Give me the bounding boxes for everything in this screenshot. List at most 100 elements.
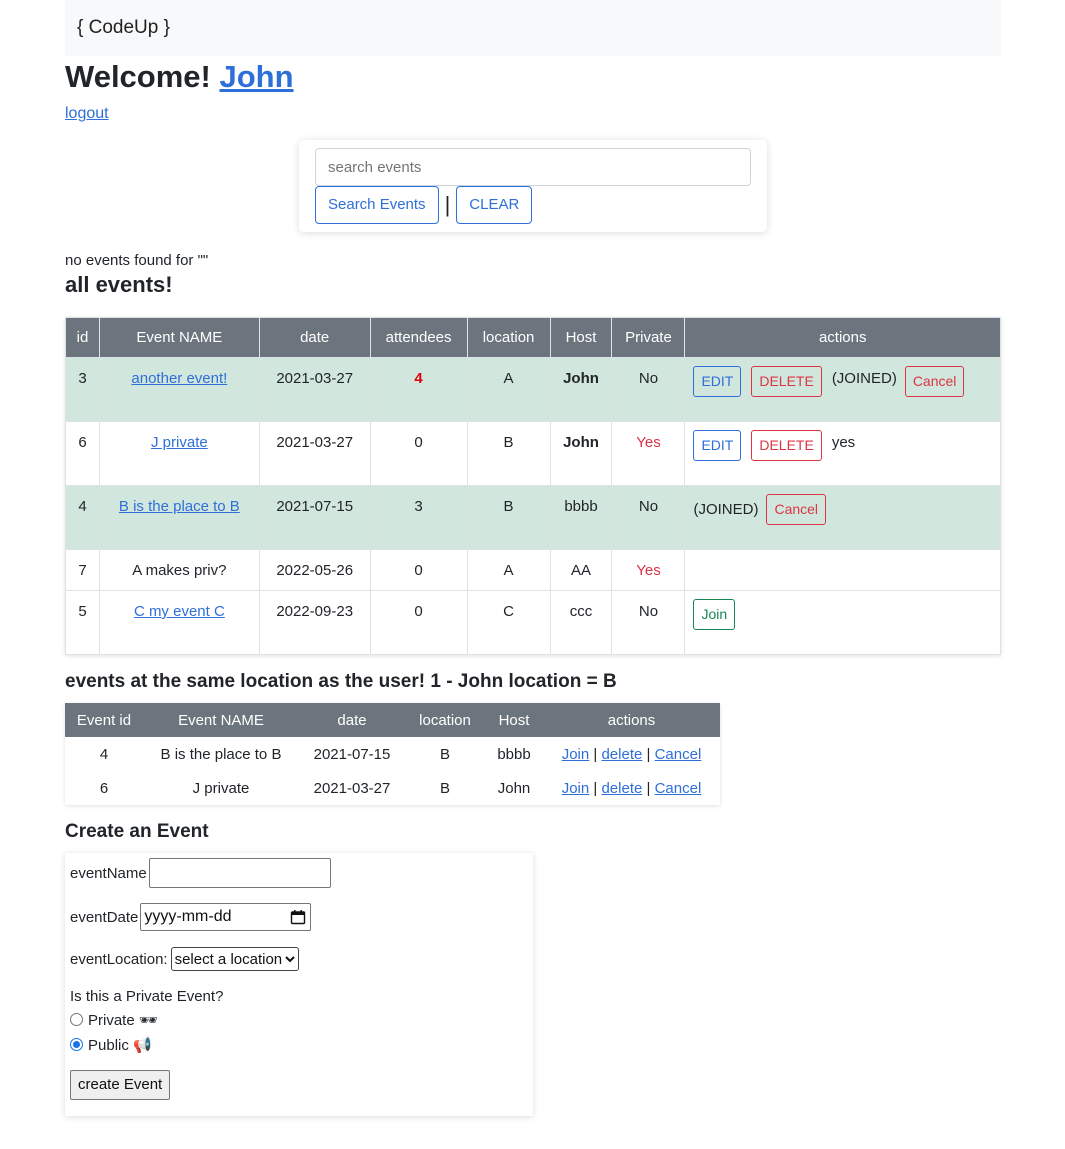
event-date: 2021-07-15 <box>313 745 391 763</box>
create-event-heading: Create an Event <box>65 821 209 842</box>
separator: | <box>444 192 451 217</box>
event-host: AA <box>549 549 613 591</box>
cancel-link[interactable]: Cancel <box>655 780 702 797</box>
cancel-button[interactable]: Cancel <box>766 494 827 525</box>
delete-button[interactable]: DELETE <box>751 366 822 397</box>
table-row: 7 A makes priv? 2022-05-26 0 A AA Yes <box>65 549 1001 591</box>
create-event-form: eventName eventDate yyyy-mm-dd eventLoca… <box>65 853 533 1116</box>
search-buttons: Search Events | CLEAR <box>315 186 751 224</box>
chevron-down-icon <box>285 956 295 963</box>
event-name-cell: C my event C <box>98 590 260 655</box>
event-location: A <box>466 357 551 422</box>
edit-button[interactable]: EDIT <box>693 366 742 397</box>
public-radio[interactable] <box>70 1038 83 1051</box>
same-location-heading: events at the same location as the user!… <box>65 671 617 692</box>
private-radio[interactable] <box>70 1013 83 1026</box>
column-header: actions <box>684 317 1001 358</box>
joined-status: (JOINED) <box>693 501 759 518</box>
event-location: B <box>439 745 450 763</box>
table-row: 4 B is the place to B 2021-07-15 B bbbb … <box>65 737 720 771</box>
event-location: B <box>466 485 551 550</box>
event-host: John <box>549 421 613 486</box>
event-name-link[interactable]: J private <box>151 434 208 451</box>
column-header: Host <box>549 317 613 358</box>
brand-logo[interactable]: { CodeUp } <box>77 17 170 38</box>
event-actions: Join <box>684 590 1001 655</box>
column-header: Host <box>485 703 543 737</box>
event-date: 2021-03-27 <box>313 779 391 797</box>
event-location: B <box>439 779 450 797</box>
column-header: Event id <box>65 703 143 737</box>
public-option[interactable]: Public 📢 <box>70 1036 528 1054</box>
cancel-link[interactable]: Cancel <box>655 746 702 763</box>
event-date-label: eventDate <box>70 908 139 926</box>
private-option-label: Private 🕶 <box>88 1012 158 1029</box>
event-name-cell: B is the place to B <box>98 485 260 550</box>
event-actions <box>684 549 1001 591</box>
delete-link[interactable]: delete <box>601 780 642 797</box>
logout-link[interactable]: logout <box>65 105 109 123</box>
edit-button[interactable]: EDIT <box>693 430 742 461</box>
same-location-table: Event id Event NAME date location Host a… <box>65 703 720 805</box>
event-date-row: eventDate yyyy-mm-dd <box>70 903 528 931</box>
event-id: 6 <box>65 421 100 486</box>
search-input[interactable] <box>315 148 751 186</box>
joined-status: (JOINED) <box>831 370 897 387</box>
join-link[interactable]: Join <box>562 780 590 797</box>
event-private: No <box>611 485 686 550</box>
event-location-select[interactable]: select a location <box>170 947 300 971</box>
event-host: ccc <box>549 590 613 655</box>
event-attendees: 4 <box>369 357 468 422</box>
column-header: attendees <box>369 317 468 358</box>
event-attendees: 0 <box>369 421 468 486</box>
table-row: 3 another event! 2021-03-27 4 A John No … <box>65 357 1001 422</box>
event-private: No <box>611 357 686 422</box>
private-option[interactable]: Private 🕶 <box>70 1011 528 1029</box>
all-events-heading: all events! <box>65 272 173 297</box>
table-row: 4 B is the place to B 2021-07-15 3 B bbb… <box>65 485 1001 550</box>
event-location-label: eventLocation: <box>70 950 168 968</box>
event-date: 2022-05-26 <box>258 549 371 591</box>
no-results-message: no events found for "" <box>65 252 209 269</box>
table-header-row: Event id Event NAME date location Host a… <box>65 703 720 737</box>
event-private: Yes <box>611 421 686 486</box>
event-host: bbbb <box>497 745 531 763</box>
event-name-link[interactable]: B is the place to B <box>119 498 240 515</box>
column-header: location <box>405 703 485 737</box>
event-id: 3 <box>65 357 100 422</box>
search-events-button[interactable]: Search Events <box>315 186 439 224</box>
create-event-button[interactable]: create Event <box>70 1070 171 1100</box>
column-header: actions <box>543 703 720 737</box>
all-events-table: id Event NAME date attendees location Ho… <box>65 317 1001 655</box>
delete-link[interactable]: delete <box>601 746 642 763</box>
location-selected-value: select a location <box>174 950 283 968</box>
event-date: 2022-09-23 <box>258 590 371 655</box>
event-id: 7 <box>65 549 100 591</box>
event-id: 4 <box>99 745 109 763</box>
event-attendees: 0 <box>369 549 468 591</box>
user-profile-link[interactable]: John <box>219 59 293 94</box>
join-button[interactable]: Join <box>693 599 736 630</box>
delete-button[interactable]: DELETE <box>751 430 822 461</box>
event-name: B is the place to B <box>160 745 282 763</box>
private-question: Is this a Private Event? <box>70 988 224 1005</box>
event-attendees: 0 <box>369 590 468 655</box>
event-date-input[interactable]: yyyy-mm-dd <box>140 903 312 931</box>
event-name-input[interactable] <box>148 858 331 888</box>
welcome-text: Welcome! <box>65 59 220 94</box>
column-header: location <box>466 317 551 358</box>
event-location-row: eventLocation: select a location <box>70 947 528 971</box>
private-flag-text: yes <box>831 434 856 451</box>
event-date: 2021-07-15 <box>258 485 371 550</box>
event-name-link[interactable]: C my event C <box>134 603 225 620</box>
clear-button[interactable]: CLEAR <box>456 186 533 224</box>
join-link[interactable]: Join <box>562 746 590 763</box>
cancel-button[interactable]: Cancel <box>904 366 965 397</box>
public-option-label: Public 📢 <box>88 1037 152 1054</box>
table-row: 6 J private 2021-03-27 B John Join | del… <box>65 771 720 805</box>
event-actions: Join | delete | Cancel <box>561 779 702 797</box>
event-name-link[interactable]: another event! <box>131 370 227 387</box>
event-id: 5 <box>65 590 100 655</box>
event-private: Yes <box>611 549 686 591</box>
calendar-icon[interactable] <box>290 909 306 925</box>
